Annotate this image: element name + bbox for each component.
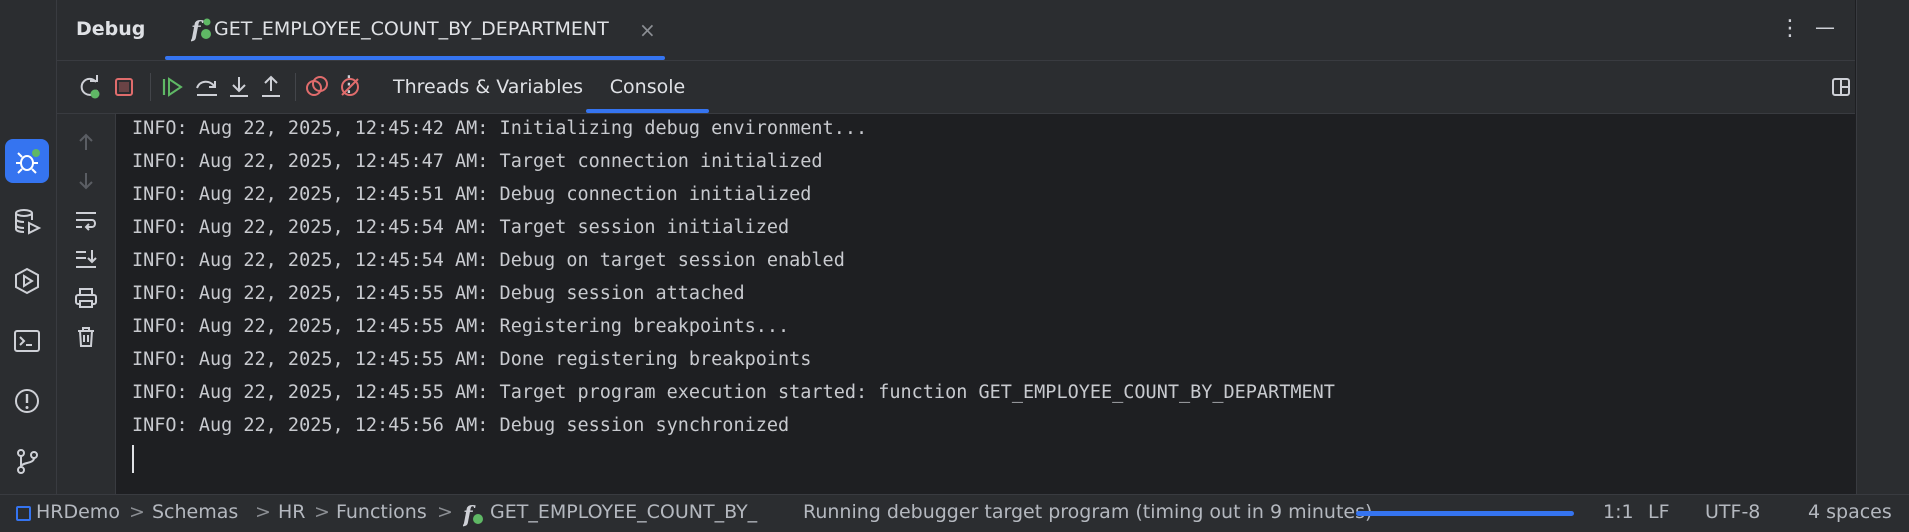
- problems-icon: [15, 389, 39, 413]
- log-line: INFO: Aug 22, 2025, 12:45:55 AM: Debug s…: [132, 283, 745, 304]
- debug-tool-button[interactable]: [5, 139, 49, 183]
- next-occurrence-button[interactable]: [70, 167, 102, 195]
- close-icon[interactable]: ×: [639, 18, 656, 42]
- terminal-tool-button[interactable]: [5, 319, 49, 363]
- soft-wrap-button[interactable]: [70, 206, 102, 234]
- view-breakpoints-icon: [306, 76, 328, 96]
- clear-all-button[interactable]: [70, 323, 102, 351]
- database-tool-button[interactable]: [5, 199, 49, 243]
- rerun-button[interactable]: [75, 73, 103, 101]
- breadcrumb-separator: >: [437, 501, 453, 523]
- resume-icon: [162, 77, 183, 97]
- rerun-icon: [80, 75, 100, 99]
- stop-button[interactable]: [110, 73, 138, 101]
- breadcrumb-separator: >: [129, 501, 145, 523]
- problems-tool-button[interactable]: [5, 379, 49, 423]
- down-arrow-icon: [79, 173, 93, 190]
- git-tool-button[interactable]: [5, 439, 49, 483]
- breadcrumb-function[interactable]: GET_EMPLOYEE_COUNT_BY_: [490, 501, 757, 523]
- resume-button[interactable]: [158, 73, 186, 101]
- log-line: INFO: Aug 22, 2025, 12:45:54 AM: Target …: [132, 217, 790, 238]
- right-tool-strip: [1856, 0, 1909, 494]
- debug-session-tab[interactable]: f GET_EMPLOYEE_COUNT_BY_DEPARTMENT ×: [165, 0, 665, 60]
- services-icon: [15, 267, 39, 295]
- tab-threads-variables[interactable]: Threads & Variables: [393, 61, 583, 113]
- soft-wrap-icon: [76, 212, 96, 231]
- view-breakpoints-button[interactable]: [303, 73, 331, 101]
- line-ending[interactable]: LF: [1648, 501, 1670, 523]
- log-line: INFO: Aug 22, 2025, 12:45:54 AM: Debug o…: [132, 250, 845, 271]
- breadcrumb-separator: >: [255, 501, 271, 523]
- project-icon: [16, 506, 31, 521]
- log-line: INFO: Aug 22, 2025, 12:45:55 AM: Registe…: [132, 316, 790, 337]
- debug-toolbar: ⋮ Threads & Variables Console: [57, 61, 1855, 114]
- svg-text:f: f: [463, 502, 476, 527]
- log-line: INFO: Aug 22, 2025, 12:45:51 AM: Debug c…: [132, 184, 812, 205]
- tab-label: GET_EMPLOYEE_COUNT_BY_DEPARTMENT: [214, 18, 609, 40]
- step-out-button[interactable]: [257, 73, 285, 101]
- console-output[interactable]: INFO: Aug 22, 2025, 12:45:42 AM: Initial…: [116, 114, 1855, 494]
- step-into-icon: [230, 77, 248, 97]
- debug-icon: [16, 149, 40, 174]
- status-message[interactable]: Running debugger target program (timing …: [803, 501, 1372, 523]
- step-over-button[interactable]: [193, 73, 221, 101]
- console-gutter: [57, 114, 116, 494]
- indent-setting[interactable]: 4 spaces: [1808, 501, 1892, 523]
- status-bar: HRDemo > Schemas > HR > Functions > f GE…: [0, 494, 1909, 532]
- print-icon: [75, 288, 97, 308]
- scroll-to-end-button[interactable]: [70, 245, 102, 273]
- breadcrumb-separator: >: [314, 501, 330, 523]
- previous-occurrence-button[interactable]: [70, 128, 102, 156]
- active-tab-indicator: [586, 109, 709, 113]
- more-icon[interactable]: ⋮: [338, 72, 360, 97]
- database-run-icon: [15, 209, 42, 235]
- up-arrow-icon: [79, 133, 93, 150]
- step-over-icon: [196, 80, 217, 96]
- breadcrumb-functions[interactable]: Functions: [336, 501, 427, 523]
- function-debug-icon: f: [191, 17, 211, 42]
- tab-label: Threads & Variables: [393, 76, 584, 98]
- layout-icon: [1832, 78, 1850, 96]
- terminal-icon: [14, 330, 40, 352]
- layout-button[interactable]: [1827, 73, 1855, 101]
- stop-icon: [115, 78, 133, 96]
- function-debug-icon: f: [463, 502, 483, 527]
- clear-all-icon: [78, 327, 94, 347]
- breadcrumb-project[interactable]: HRDemo: [36, 501, 120, 523]
- scroll-to-end-icon: [76, 250, 97, 268]
- tool-window-title: Debug: [76, 18, 146, 40]
- breadcrumb-schemas[interactable]: Schemas: [152, 501, 238, 523]
- progress-bar[interactable]: [1356, 511, 1574, 516]
- step-out-icon: [262, 75, 280, 97]
- more-options-icon[interactable]: ⋮: [1779, 16, 1801, 41]
- minimize-icon[interactable]: —: [1815, 15, 1835, 39]
- breadcrumb-hr[interactable]: HR: [278, 501, 306, 523]
- log-line: INFO: Aug 22, 2025, 12:45:47 AM: Target …: [132, 151, 823, 172]
- log-line: INFO: Aug 22, 2025, 12:45:55 AM: Target …: [132, 382, 1335, 403]
- log-line: INFO: Aug 22, 2025, 12:45:55 AM: Done re…: [132, 349, 812, 370]
- print-button[interactable]: [70, 284, 102, 312]
- text-caret: [132, 445, 134, 473]
- activity-bar: [0, 0, 57, 494]
- svg-text:f: f: [191, 17, 204, 42]
- tool-window-header: Debug f GET_EMPLOYEE_COUNT_BY_DEPARTMENT…: [57, 0, 1855, 61]
- tab-console[interactable]: Console: [586, 61, 709, 113]
- toolbar-separator: [150, 73, 151, 101]
- services-tool-button[interactable]: [5, 259, 49, 303]
- log-line: INFO: Aug 22, 2025, 12:45:42 AM: Initial…: [132, 118, 868, 139]
- step-into-button[interactable]: [225, 73, 253, 101]
- git-icon: [17, 449, 38, 474]
- caret-position[interactable]: 1:1: [1603, 501, 1634, 523]
- toolbar-separator: [295, 73, 296, 101]
- log-line: INFO: Aug 22, 2025, 12:45:56 AM: Debug s…: [132, 415, 790, 436]
- tab-label: Console: [609, 76, 686, 98]
- file-encoding[interactable]: UTF-8: [1705, 501, 1760, 523]
- active-tab-indicator: [165, 56, 665, 60]
